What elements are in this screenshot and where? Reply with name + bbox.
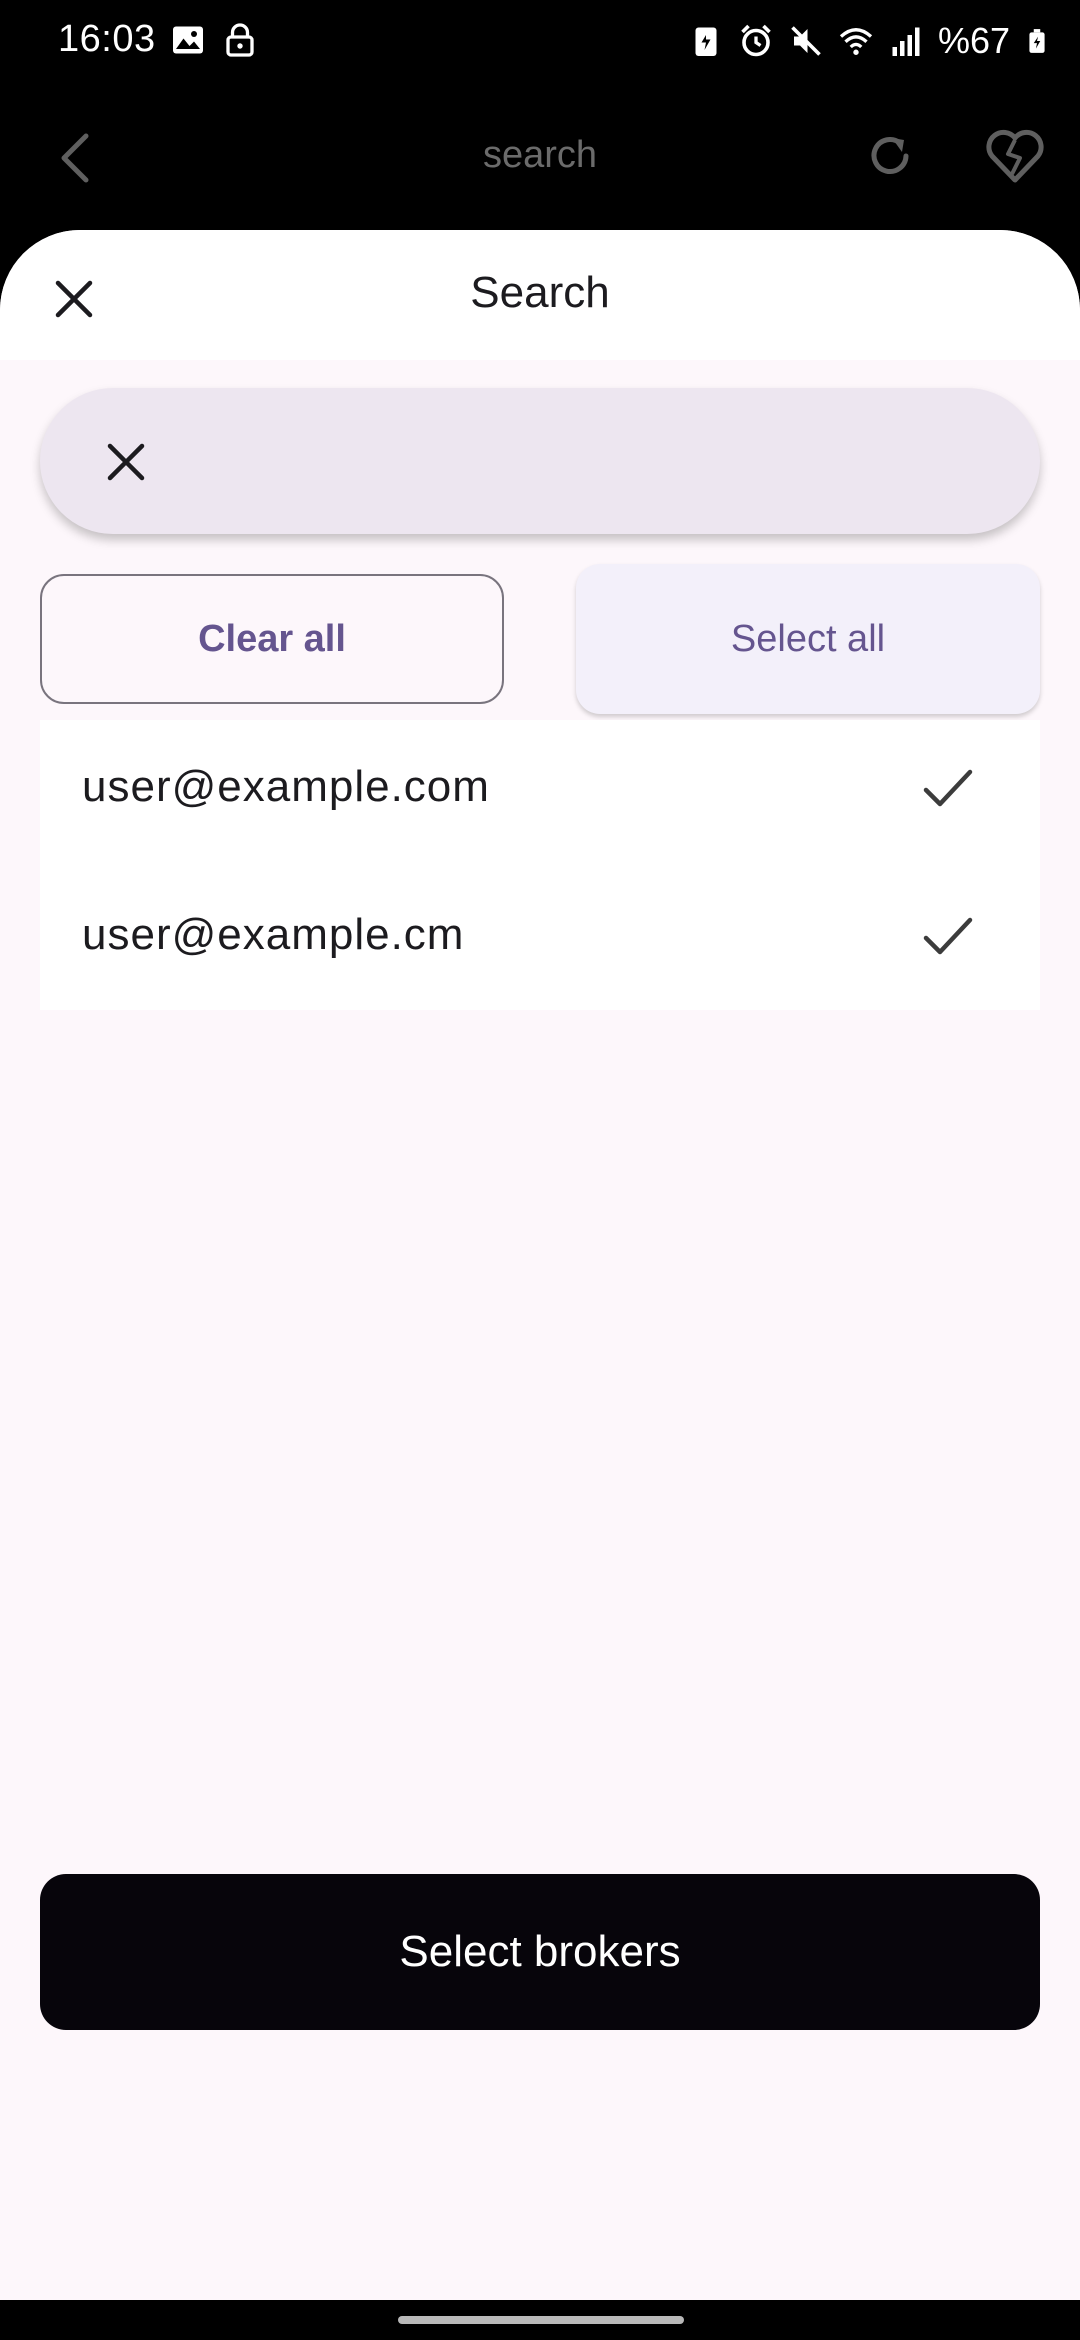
refresh-icon[interactable] [862, 128, 918, 184]
list-item[interactable]: user@example.cm [40, 868, 1040, 1016]
battery-icon [1029, 29, 1045, 53]
status-time: 16:03 [58, 18, 156, 60]
battery-percent: %67 [937, 20, 1010, 61]
alarm-icon [741, 24, 771, 57]
list-item-label: user@example.cm [82, 910, 465, 959]
list-item-label: user@example.com [82, 762, 490, 811]
search-field[interactable] [40, 388, 1040, 534]
broken-heart-icon[interactable] [984, 126, 1046, 186]
clear-search-icon[interactable] [102, 438, 150, 486]
search-input[interactable] [190, 428, 990, 494]
broker-list: user@example.com user@example.cm [40, 720, 1040, 1010]
status-left-icons [170, 22, 258, 58]
app-bar: search [0, 84, 1080, 234]
check-icon [923, 917, 973, 955]
wifi-icon [839, 28, 873, 55]
nav-bar [0, 2300, 1080, 2340]
sheet-header: Search [0, 230, 1080, 360]
lock-icon [226, 23, 254, 57]
app-bar-title: search [482, 134, 598, 176]
search-sheet: Search Clear all Select all user@example… [0, 230, 1080, 2300]
image-icon [173, 26, 203, 54]
sheet-title: Search [470, 268, 610, 317]
status-right-icons: %67 [688, 20, 1050, 62]
clear-all-button[interactable]: Clear all [40, 574, 504, 704]
check-icon [923, 769, 973, 807]
status-bar: 16:03 %67 [0, 0, 1080, 84]
home-handle[interactable] [398, 2316, 684, 2324]
signal-icon [892, 27, 920, 56]
select-brokers-button[interactable]: Select brokers [40, 1874, 1040, 2030]
battery-saver-icon [695, 27, 717, 56]
select-all-button[interactable]: Select all [576, 564, 1040, 714]
list-item[interactable]: user@example.com [40, 720, 1040, 868]
mute-icon [791, 26, 821, 56]
